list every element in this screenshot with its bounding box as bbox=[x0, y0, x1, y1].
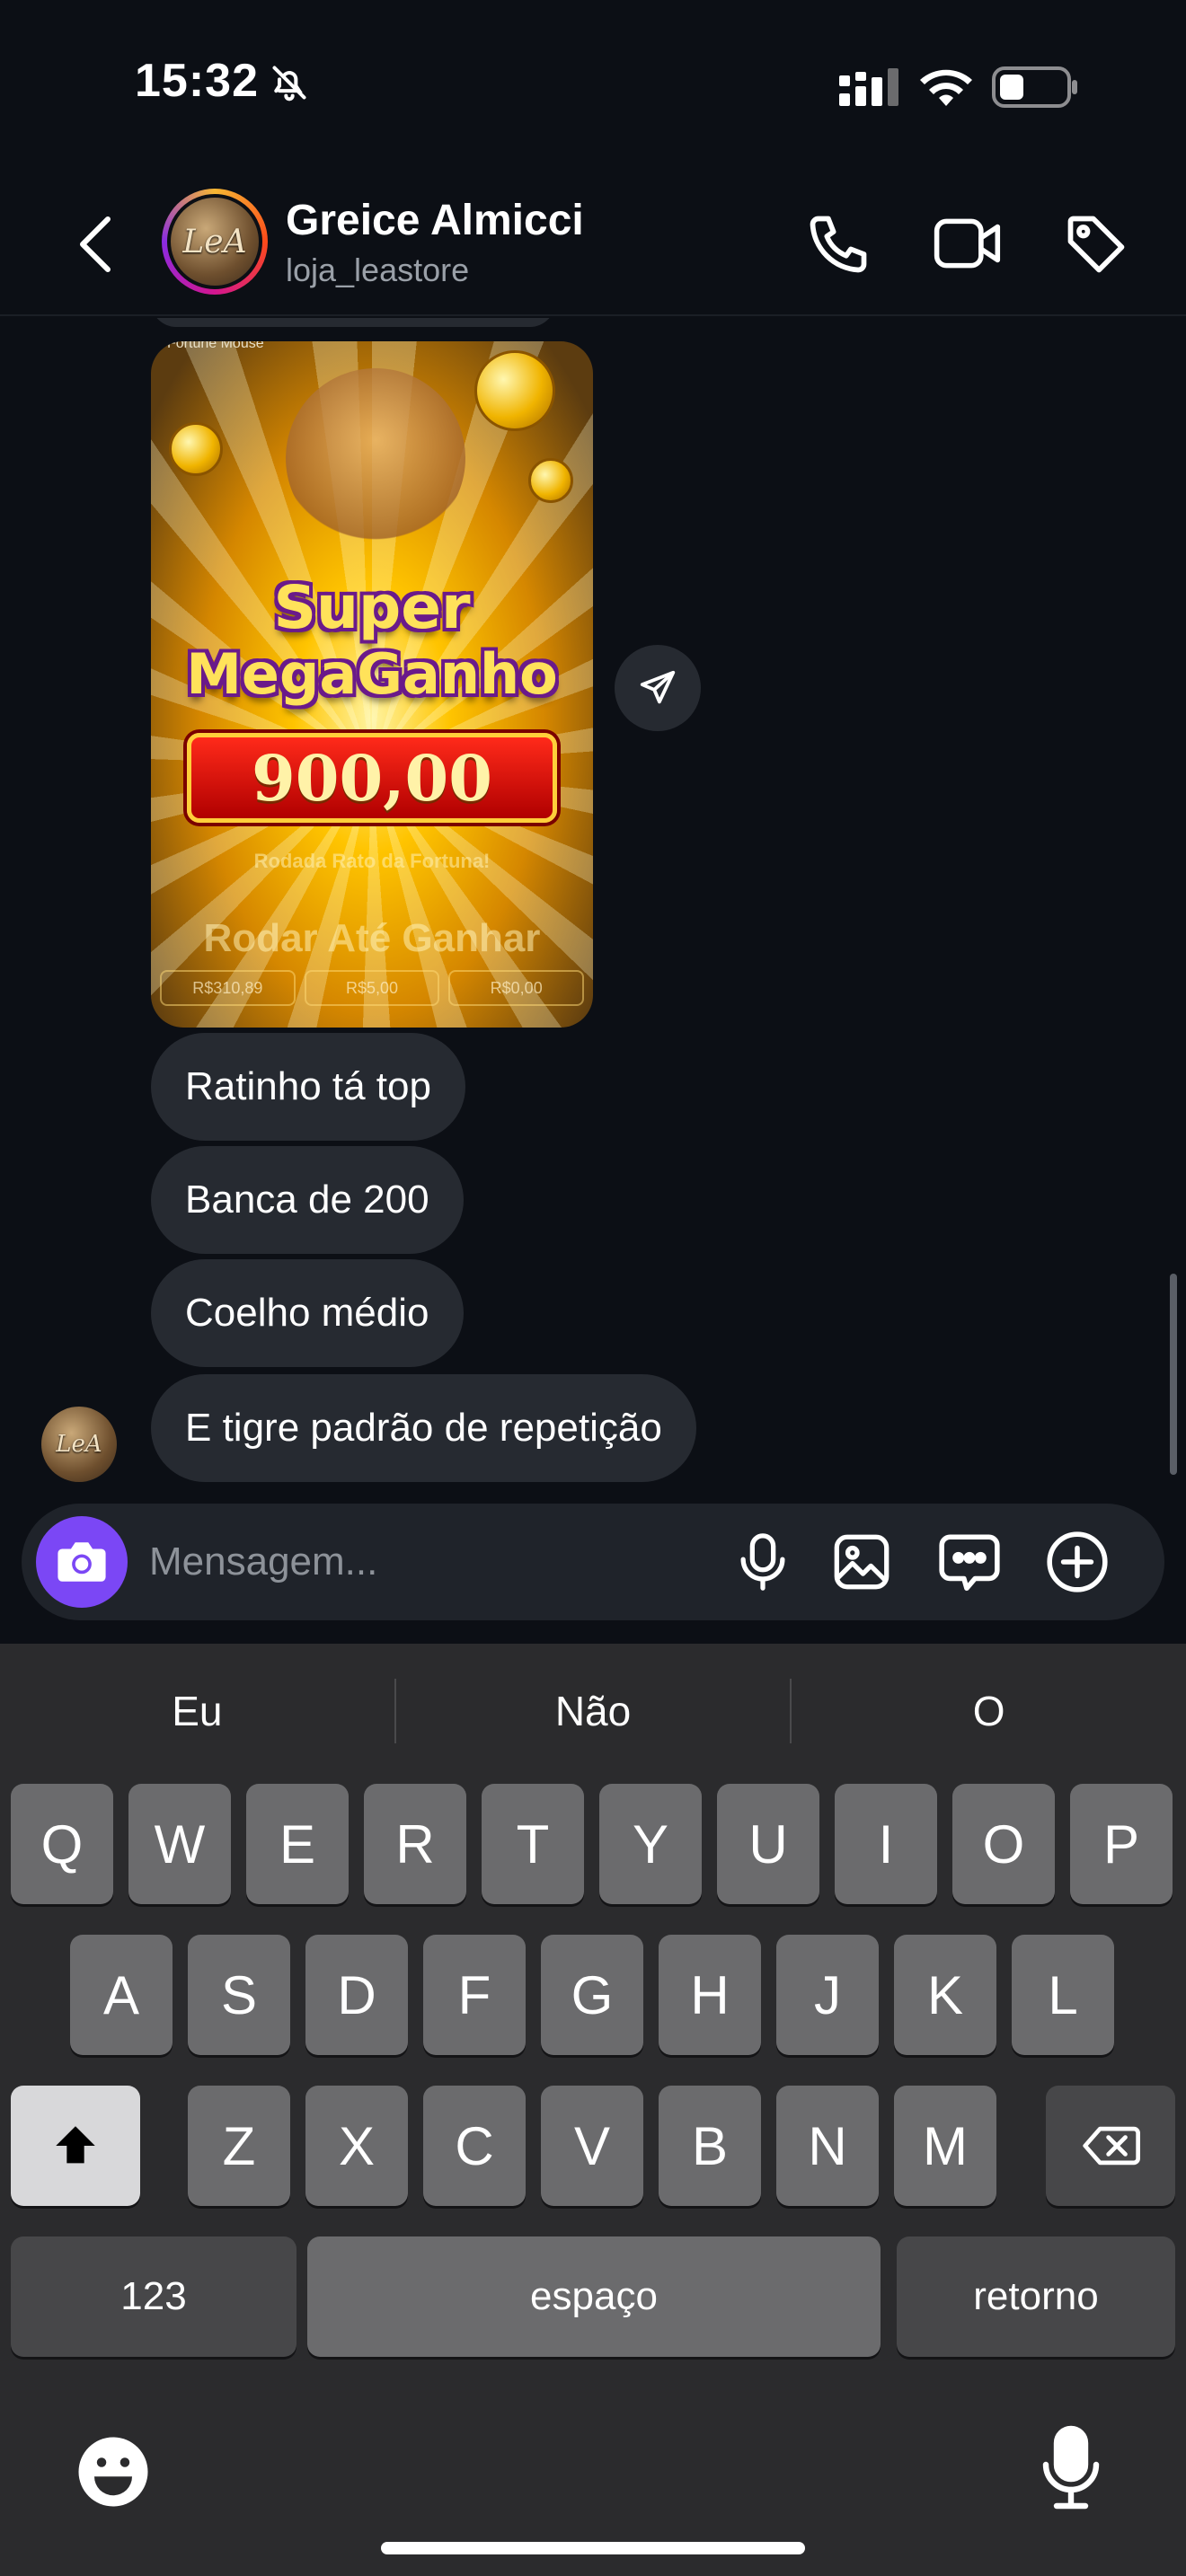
phone-icon[interactable] bbox=[804, 210, 872, 278]
tag-icon[interactable] bbox=[1062, 210, 1130, 278]
bell-slash-icon bbox=[272, 66, 306, 101]
key-q[interactable]: Q bbox=[11, 1784, 113, 1904]
game-title-line1: Super bbox=[273, 573, 471, 642]
key-d[interactable]: D bbox=[305, 1935, 408, 2055]
previous-bubble bbox=[151, 318, 555, 327]
camera-icon bbox=[58, 1542, 106, 1582]
chat-header: LeA Greice Almicci loja_leastore bbox=[0, 171, 1186, 316]
key-n[interactable]: N bbox=[776, 2086, 879, 2206]
win-stat: R$0,00 bbox=[448, 970, 585, 1006]
key-p[interactable]: P bbox=[1070, 1784, 1173, 1904]
backspace-icon bbox=[1083, 2126, 1140, 2166]
contact-name[interactable]: Greice Almicci bbox=[286, 196, 584, 245]
key-t[interactable]: T bbox=[482, 1784, 584, 1904]
mouse-character-image bbox=[286, 368, 465, 548]
scrollbar[interactable] bbox=[1170, 1274, 1177, 1475]
numbers-key[interactable]: 123 bbox=[11, 2236, 296, 2357]
suggestion-item[interactable]: Eu bbox=[0, 1687, 394, 1735]
gallery-icon[interactable] bbox=[830, 1531, 893, 1593]
game-name-label: Fortune Mouse bbox=[167, 341, 264, 351]
key-s[interactable]: S bbox=[188, 1935, 290, 2055]
key-c[interactable]: C bbox=[423, 2086, 526, 2206]
key-u[interactable]: U bbox=[717, 1784, 819, 1904]
sticker-icon[interactable] bbox=[936, 1529, 1003, 1595]
suggestion-item[interactable]: Não bbox=[396, 1687, 791, 1735]
key-o[interactable]: O bbox=[952, 1784, 1055, 1904]
contact-handle[interactable]: loja_leastore bbox=[286, 251, 469, 289]
key-i[interactable]: I bbox=[835, 1784, 937, 1904]
key-x[interactable]: X bbox=[305, 2086, 408, 2206]
key-r[interactable]: R bbox=[364, 1784, 466, 1904]
balance-stat: R$310,89 bbox=[160, 970, 296, 1006]
keyboard: Eu Não O Q W E R T Y U I O P A S D F G H… bbox=[0, 1644, 1186, 2576]
key-l[interactable]: L bbox=[1012, 1935, 1114, 2055]
video-icon[interactable] bbox=[933, 212, 1005, 275]
status-time: 15:32 bbox=[135, 55, 259, 107]
avatar-logo: LeA bbox=[182, 223, 247, 260]
battery-icon bbox=[992, 66, 1077, 108]
message-bubble[interactable]: Ratinho tá top bbox=[151, 1033, 465, 1141]
emoji-icon[interactable] bbox=[75, 2434, 151, 2510]
wifi-icon bbox=[920, 69, 972, 106]
status-bar: 15:32 bbox=[0, 0, 1186, 171]
game-stats: R$310,89 R$5,00 R$0,00 bbox=[160, 970, 585, 1006]
game-subtitle: Rodada Rato da Fortuna! bbox=[253, 850, 491, 872]
camera-button[interactable] bbox=[36, 1516, 128, 1608]
microphone-icon[interactable] bbox=[731, 1531, 794, 1593]
avatar-logo: LeA bbox=[56, 1431, 102, 1458]
shift-icon bbox=[56, 2126, 95, 2164]
message-input[interactable] bbox=[149, 1522, 706, 1602]
game-title-line2: MegaGanho bbox=[186, 641, 558, 707]
key-m[interactable]: M bbox=[894, 2086, 996, 2206]
suggestion-bar: Eu Não O bbox=[0, 1644, 1186, 1778]
message-composer bbox=[22, 1504, 1164, 1620]
key-b[interactable]: B bbox=[659, 2086, 761, 2206]
back-icon[interactable] bbox=[72, 214, 120, 275]
key-z[interactable]: Z bbox=[188, 2086, 290, 2206]
coin-image bbox=[169, 422, 223, 476]
message-bubble[interactable]: Banca de 200 bbox=[151, 1146, 464, 1254]
key-h[interactable]: H bbox=[659, 1935, 761, 2055]
send-icon bbox=[640, 670, 676, 704]
key-a[interactable]: A bbox=[70, 1935, 173, 2055]
key-v[interactable]: V bbox=[541, 2086, 643, 2206]
bet-stat: R$5,00 bbox=[304, 970, 440, 1006]
key-j[interactable]: J bbox=[776, 1935, 879, 2055]
chat-thread[interactable]: Fortune Mouse Super MegaGanho 900,00 Rod… bbox=[0, 318, 1186, 1504]
win-amount-banner: 900,00 bbox=[187, 733, 557, 823]
plus-icon[interactable] bbox=[1044, 1529, 1111, 1595]
signal-icon bbox=[839, 68, 898, 106]
key-f[interactable]: F bbox=[423, 1935, 526, 2055]
win-amount: 900,00 bbox=[252, 740, 492, 816]
suggestion-item[interactable]: O bbox=[792, 1687, 1186, 1735]
key-e[interactable]: E bbox=[246, 1784, 349, 1904]
coin-image bbox=[474, 350, 555, 431]
key-k[interactable]: K bbox=[894, 1935, 996, 2055]
game-spin-text: Rodar Até Ganhar bbox=[203, 916, 541, 960]
return-key[interactable]: retorno bbox=[897, 2236, 1175, 2357]
contact-avatar[interactable]: LeA bbox=[162, 189, 268, 295]
home-indicator bbox=[381, 2542, 805, 2554]
message-bubble[interactable]: E tigre padrão de repetição bbox=[151, 1374, 696, 1482]
shared-media-image[interactable]: Fortune Mouse Super MegaGanho 900,00 Rod… bbox=[151, 341, 593, 1028]
key-w[interactable]: W bbox=[128, 1784, 231, 1904]
sender-avatar[interactable]: LeA bbox=[41, 1407, 117, 1482]
shift-key[interactable] bbox=[11, 2086, 140, 2206]
coin-image bbox=[528, 458, 573, 503]
space-key[interactable]: espaço bbox=[307, 2236, 881, 2357]
message-bubble[interactable]: Coelho médio bbox=[151, 1259, 464, 1367]
share-button[interactable] bbox=[615, 645, 701, 731]
backspace-key[interactable] bbox=[1046, 2086, 1175, 2206]
key-g[interactable]: G bbox=[541, 1935, 643, 2055]
key-y[interactable]: Y bbox=[599, 1784, 702, 1904]
dictation-icon[interactable] bbox=[1042, 2425, 1100, 2511]
